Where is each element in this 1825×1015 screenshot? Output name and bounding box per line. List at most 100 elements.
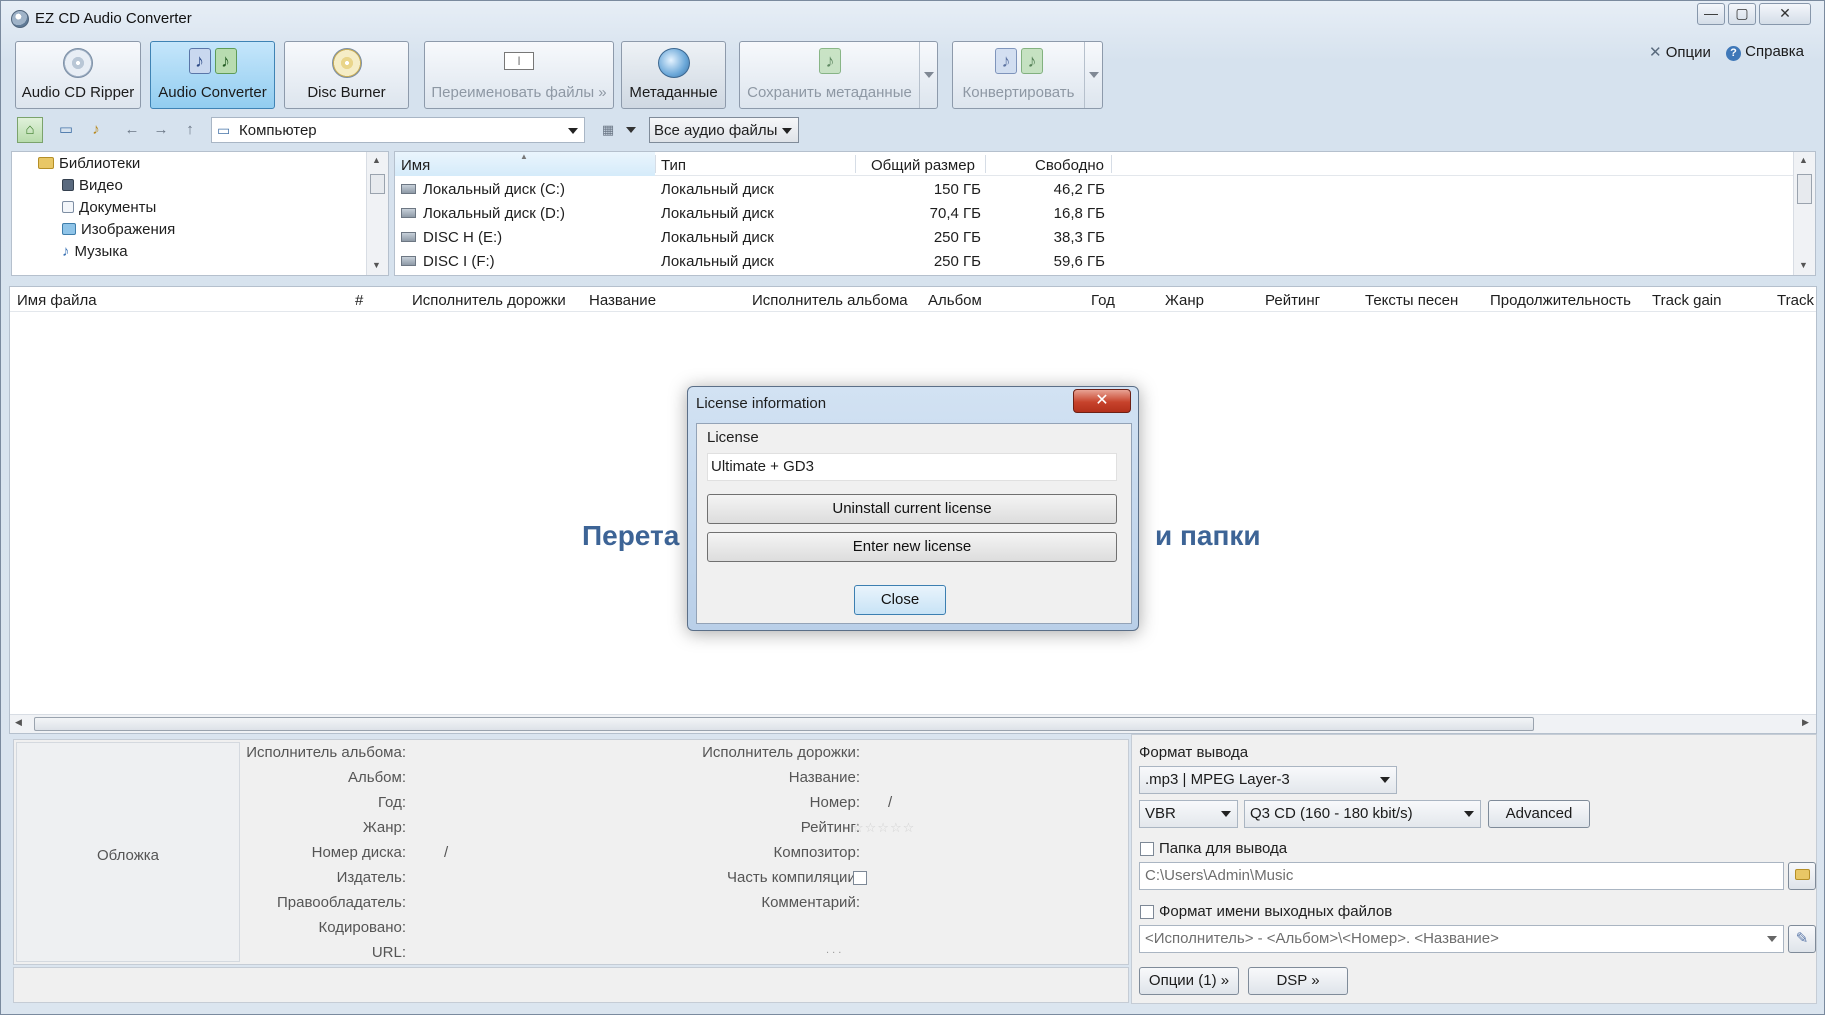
bitrate-mode-select[interactable]: VBR xyxy=(1139,800,1238,828)
header-album-artist[interactable]: Исполнитель альбома xyxy=(752,292,908,309)
header-track-number[interactable]: # xyxy=(355,292,363,309)
quality-dropdown-arrow[interactable] xyxy=(1464,811,1474,817)
enter-new-license-button[interactable]: Enter new license xyxy=(707,532,1117,562)
metadata-button[interactable]: Метаданные xyxy=(621,41,726,109)
quality-select[interactable]: Q3 CD (160 - 180 kbit/s) xyxy=(1244,800,1481,828)
output-format-label: Формат вывода xyxy=(1139,744,1249,761)
license-value-field[interactable]: Ultimate + GD3 xyxy=(707,453,1117,481)
tree-item-video[interactable]: Видео xyxy=(62,177,123,194)
table-row[interactable]: DISC I (F:) Локальный диск 250 ГБ 59,6 Г… xyxy=(395,251,1793,275)
file-list-hscrollbar[interactable]: ◀ ▶ xyxy=(10,714,1816,733)
browse-folder-button[interactable] xyxy=(1788,862,1816,890)
output-folder-field[interactable]: C:\Users\Admin\Music xyxy=(1139,862,1784,890)
drive-type: Локальный диск xyxy=(661,229,774,246)
uninstall-license-button[interactable]: Uninstall current license xyxy=(707,494,1117,524)
drive-free: 46,2 ГБ xyxy=(1053,181,1105,198)
convert-dropdown-arrow[interactable] xyxy=(1084,42,1102,108)
bitrate-mode-value: VBR xyxy=(1145,805,1176,822)
help-link[interactable]: ? Справка xyxy=(1726,43,1804,61)
header-lyrics[interactable]: Тексты песен xyxy=(1365,292,1458,309)
cd-icon xyxy=(63,48,93,78)
header-type[interactable]: Тип xyxy=(661,157,686,174)
location-dropdown-arrow[interactable] xyxy=(568,128,578,134)
drive-list-scrollbar[interactable]: ▲ ▼ xyxy=(1793,152,1815,275)
view-mode-dropdown-arrow[interactable] xyxy=(626,127,636,133)
music-nav-button[interactable]: ♪ xyxy=(83,117,109,143)
header-rating[interactable]: Рейтинг xyxy=(1265,292,1320,309)
header-genre[interactable]: Жанр xyxy=(1165,292,1204,309)
computer-location-icon: ▭ xyxy=(217,122,231,138)
location-combo[interactable]: ▭ Компьютер xyxy=(211,117,585,143)
options-link[interactable]: ✕ Опции xyxy=(1649,43,1711,61)
minimize-button[interactable]: — xyxy=(1697,3,1725,25)
license-close-button[interactable]: Close xyxy=(854,585,946,615)
drive-name: Локальный диск (D:) xyxy=(423,205,565,222)
output-format-select[interactable]: .mp3 | MPEG Layer-3 xyxy=(1139,766,1397,794)
view-mode-button[interactable]: ▦ xyxy=(595,117,621,143)
header-duration[interactable]: Продолжительность xyxy=(1490,292,1631,309)
file-filter-dropdown-arrow[interactable] xyxy=(782,128,792,134)
up-button[interactable]: ↑ xyxy=(177,117,203,143)
file-filter-select[interactable]: Все аудио файлы xyxy=(649,117,799,143)
cover-art-area[interactable]: Обложка xyxy=(16,742,240,962)
filename-format-field[interactable]: <Исполнитель> - <Альбом>\<Номер>. <Назва… xyxy=(1139,925,1784,953)
header-free[interactable]: Свободно xyxy=(1035,157,1104,174)
advanced-button[interactable]: Advanced xyxy=(1488,800,1590,828)
header-name[interactable]: Имя xyxy=(401,157,430,174)
disc-burner-button[interactable]: Disc Burner xyxy=(284,41,409,109)
home-nav-button[interactable]: ⌂ xyxy=(17,117,43,143)
grid-view-icon: ▦ xyxy=(601,122,615,137)
header-track-artist[interactable]: Исполнитель дорожки xyxy=(412,292,566,309)
drive-list[interactable]: Имя ▲ Тип Общий размер Свободно Локальны… xyxy=(394,151,1816,276)
output-format-dropdown-arrow[interactable] xyxy=(1380,777,1390,783)
convert-button[interactable]: ♪ ♪ Конвертировать xyxy=(952,41,1103,109)
bitrate-mode-dropdown-arrow[interactable] xyxy=(1221,811,1231,817)
audio-converter-button[interactable]: ♪ ♪ Audio Converter xyxy=(150,41,275,109)
edit-filename-format-button[interactable]: ✎ xyxy=(1788,925,1816,953)
options-button[interactable]: Опции (1) » xyxy=(1139,967,1239,995)
edit-icon: ✎ xyxy=(1795,930,1809,947)
file-list-hscroll-thumb[interactable] xyxy=(34,717,1534,731)
filename-format-checkbox[interactable] xyxy=(1140,905,1154,919)
maximize-button[interactable]: ▢ xyxy=(1728,3,1756,25)
header-total-size[interactable]: Общий размер xyxy=(871,157,975,174)
header-track-more[interactable]: Track xyxy=(1777,292,1814,309)
tree-scrollbar[interactable]: ▲ ▼ xyxy=(366,152,388,275)
tree-item-label: Библиотеки xyxy=(59,155,141,172)
back-button[interactable]: ← xyxy=(119,117,145,143)
tree-item-images[interactable]: Изображения xyxy=(62,221,175,238)
window-close-button[interactable]: ✕ xyxy=(1759,3,1811,25)
header-album[interactable]: Альбом xyxy=(928,292,982,309)
table-row[interactable]: DISC H (E:) Локальный диск 250 ГБ 38,3 Г… xyxy=(395,227,1793,251)
forward-button[interactable]: → xyxy=(148,117,174,143)
tree-scroll-thumb[interactable] xyxy=(370,174,385,194)
options-icon: ✕ xyxy=(1649,44,1662,61)
header-title[interactable]: Название xyxy=(589,292,656,309)
save-metadata-button[interactable]: ♪ Сохранить метаданные xyxy=(739,41,938,109)
label-year: Год: xyxy=(377,794,406,811)
license-label: License xyxy=(707,429,759,446)
comment-ellipsis[interactable]: . . . xyxy=(826,944,841,956)
filename-format-dropdown-arrow[interactable] xyxy=(1767,936,1777,942)
save-metadata-dropdown-arrow[interactable] xyxy=(919,42,937,108)
tree-item-libraries[interactable]: Библиотеки xyxy=(38,155,140,172)
rename-files-button[interactable]: I Переименовать файлы » xyxy=(424,41,614,109)
metadata-label: Метаданные xyxy=(629,84,718,101)
scroll-left-icon: ◀ xyxy=(15,717,22,727)
computer-nav-button[interactable]: ▭ xyxy=(53,117,79,143)
audio-cd-ripper-button[interactable]: Audio CD Ripper xyxy=(15,41,141,109)
header-track-gain[interactable]: Track gain xyxy=(1652,292,1721,309)
table-row[interactable]: Локальный диск (C:) Локальный диск 150 Г… xyxy=(395,179,1793,203)
compilation-checkbox[interactable] xyxy=(853,871,867,885)
tree-item-music[interactable]: ♪ Музыка xyxy=(62,243,128,260)
header-filename[interactable]: Имя файла xyxy=(17,292,97,309)
tree-item-documents[interactable]: Документы xyxy=(62,199,156,216)
rating-stars[interactable]: ☆☆☆☆☆ xyxy=(852,820,915,836)
output-folder-checkbox[interactable] xyxy=(1140,842,1154,856)
folder-tree[interactable]: Библиотеки Видео Документы Изображения ♪… xyxy=(11,151,389,276)
license-dialog-close-icon[interactable]: ✕ xyxy=(1073,389,1131,413)
table-row[interactable]: Локальный диск (D:) Локальный диск 70,4 … xyxy=(395,203,1793,227)
dsp-button[interactable]: DSP » xyxy=(1248,967,1348,995)
header-year[interactable]: Год xyxy=(1091,292,1115,309)
drive-scroll-thumb[interactable] xyxy=(1797,174,1812,204)
